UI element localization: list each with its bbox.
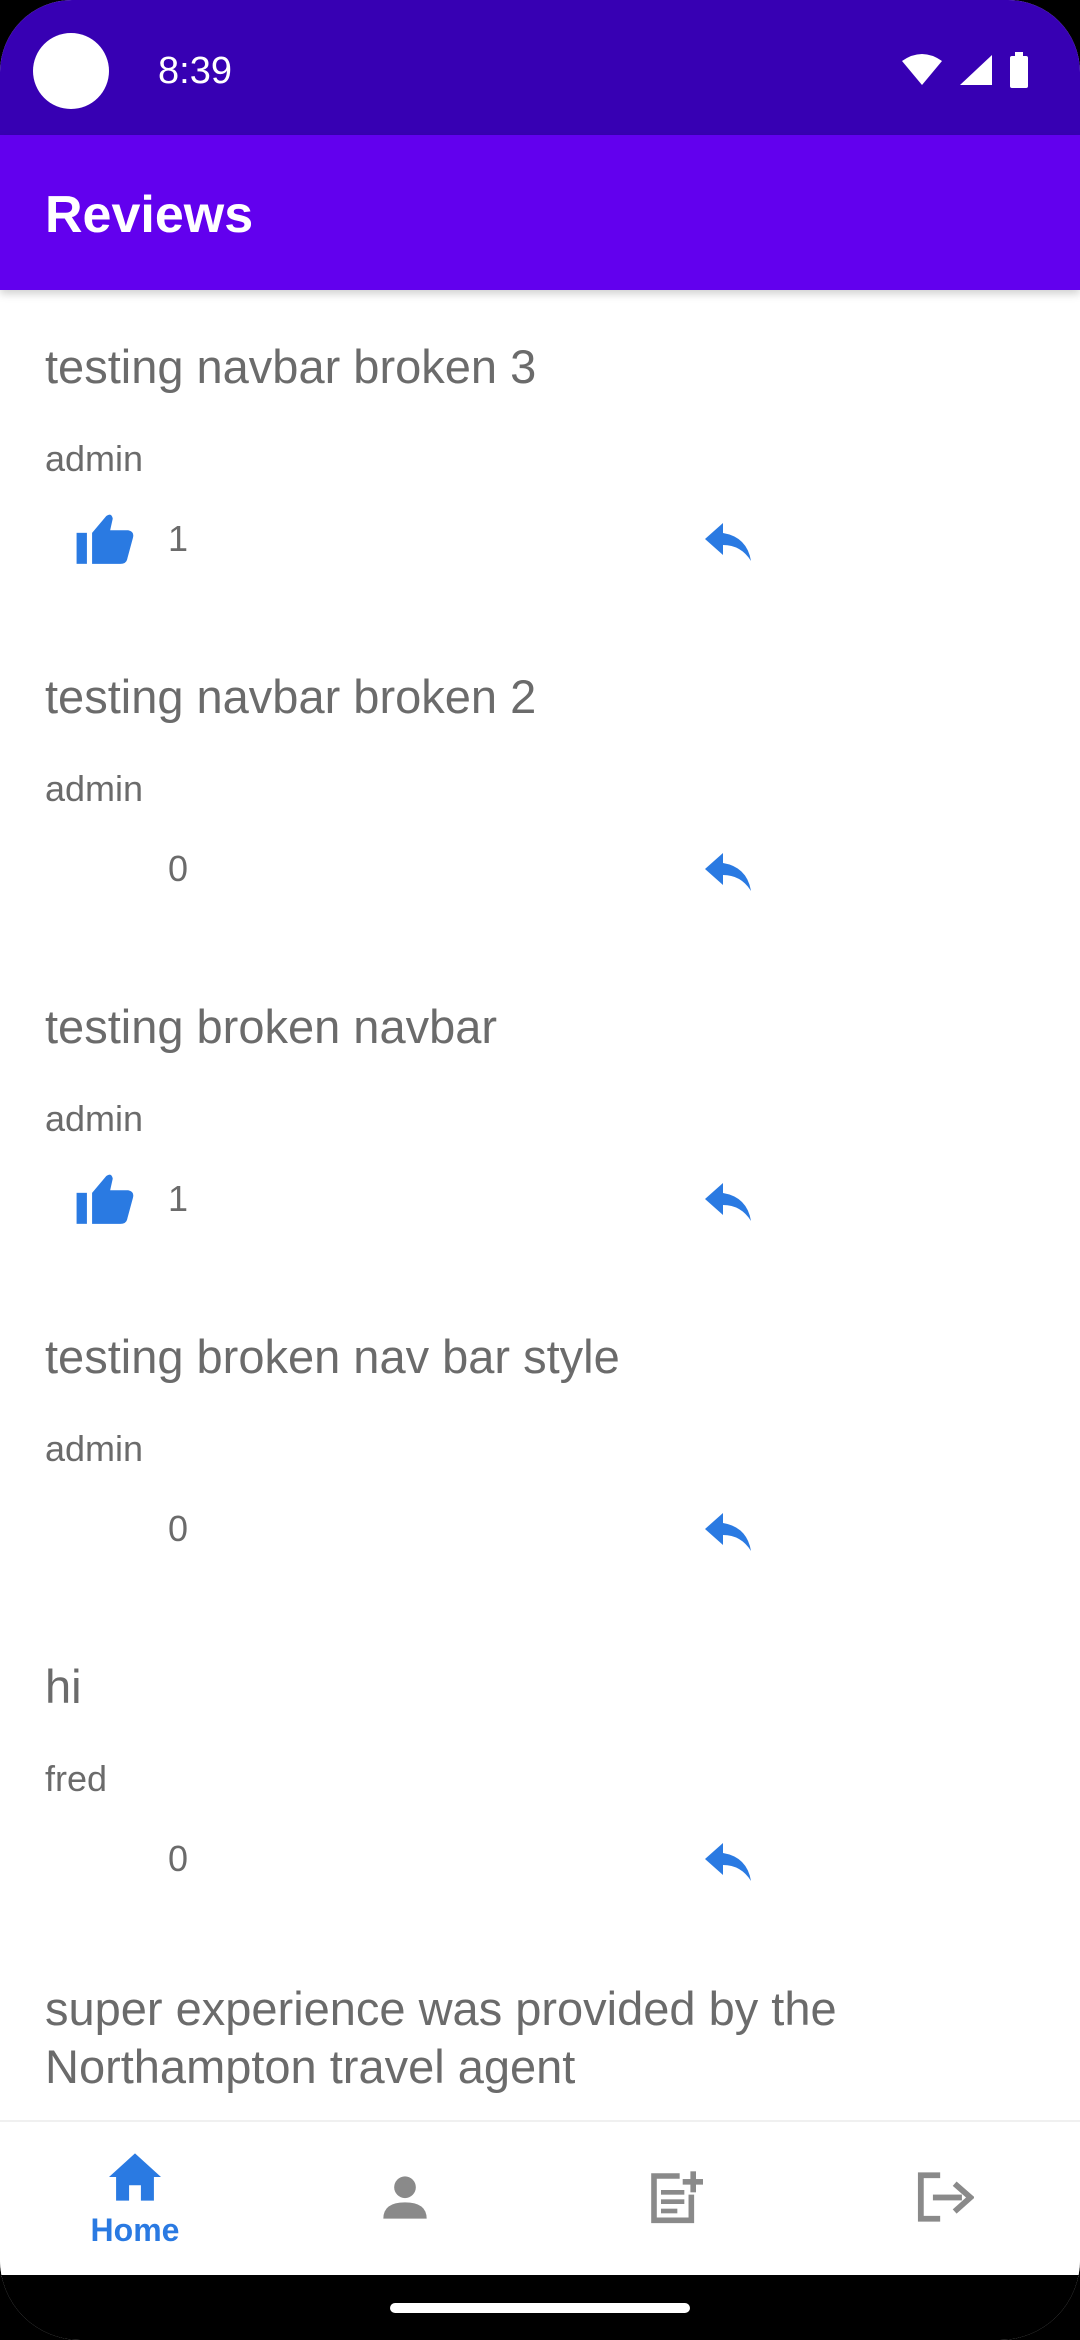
reply-icon — [701, 1509, 753, 1558]
wifi-icon — [900, 53, 944, 92]
gesture-navigation-bar — [0, 2275, 1080, 2340]
person-icon — [379, 2171, 431, 2228]
review-author: admin — [45, 1098, 144, 1139]
app-bar: Reviews — [0, 135, 1080, 290]
home-icon — [106, 2151, 164, 2208]
review-item[interactable]: testing broken nav bar style admin 0 — [0, 1280, 1080, 1610]
reply-icon — [701, 1179, 753, 1228]
bottom-navigation: Home — [0, 2120, 1080, 2277]
reply-button[interactable] — [692, 840, 762, 906]
review-author: admin — [45, 438, 144, 479]
reply-button[interactable] — [692, 510, 762, 576]
logout-icon — [916, 2170, 975, 2229]
reply-icon — [701, 519, 753, 568]
camera-cutout — [33, 33, 109, 109]
like-count: 1 — [168, 518, 189, 559]
review-title: testing navbar broken 3 — [45, 340, 537, 393]
reply-icon — [701, 1839, 753, 1888]
review-item[interactable]: testing navbar broken 2 admin 0 — [0, 620, 1080, 950]
reviews-list[interactable]: testing navbar broken 3 admin 1 testing … — [0, 290, 1080, 2120]
review-title: testing broken nav bar style — [45, 1330, 620, 1383]
like-count: 1 — [168, 1178, 189, 1219]
nav-home-label: Home — [90, 2211, 180, 2248]
signal-icon — [958, 53, 994, 92]
home-gesture-handle[interactable] — [390, 2303, 690, 2313]
like-count: 0 — [168, 1508, 189, 1549]
status-icons — [900, 52, 1030, 93]
like-count: 0 — [168, 848, 189, 889]
like-button[interactable] — [68, 835, 142, 905]
review-author: admin — [45, 768, 144, 809]
review-title: hi — [45, 1660, 82, 1713]
review-item[interactable]: testing navbar broken 3 admin 1 — [0, 290, 1080, 620]
reply-button[interactable] — [692, 1830, 762, 1896]
page-title: Reviews — [45, 186, 254, 244]
status-time: 8:39 — [158, 50, 232, 92]
review-title: testing broken navbar — [45, 1000, 498, 1053]
thumb-up-icon — [74, 509, 136, 572]
review-author: fred — [45, 1758, 108, 1799]
nav-profile[interactable] — [270, 2122, 540, 2277]
add-post-icon — [647, 2169, 704, 2230]
thumb-up-icon — [74, 1169, 136, 1232]
nav-home[interactable]: Home — [0, 2122, 270, 2277]
like-button[interactable] — [68, 1495, 142, 1565]
reply-button[interactable] — [692, 1170, 762, 1236]
reply-icon — [701, 849, 753, 898]
battery-icon — [1008, 52, 1030, 93]
like-button[interactable] — [68, 1825, 142, 1895]
review-item[interactable]: testing broken navbar admin 1 — [0, 950, 1080, 1280]
nav-logout[interactable] — [810, 2122, 1080, 2277]
review-item[interactable]: hi fred 0 — [0, 1610, 1080, 1940]
review-title: super experience was provided by the Nor… — [45, 1982, 837, 2093]
review-author: admin — [45, 1428, 144, 1469]
phone-screen: 8:39 Reviews testing navbar broken 3 adm… — [0, 0, 1080, 2340]
status-bar: 8:39 — [0, 0, 1080, 135]
review-title: testing navbar broken 2 — [45, 670, 537, 723]
nav-add-review[interactable] — [540, 2122, 810, 2277]
review-item[interactable]: super experience was provided by the Nor… — [0, 1940, 1080, 2120]
like-button[interactable] — [68, 1165, 142, 1235]
like-count: 0 — [168, 1838, 189, 1879]
like-button[interactable] — [68, 505, 142, 575]
reply-button[interactable] — [692, 1500, 762, 1566]
